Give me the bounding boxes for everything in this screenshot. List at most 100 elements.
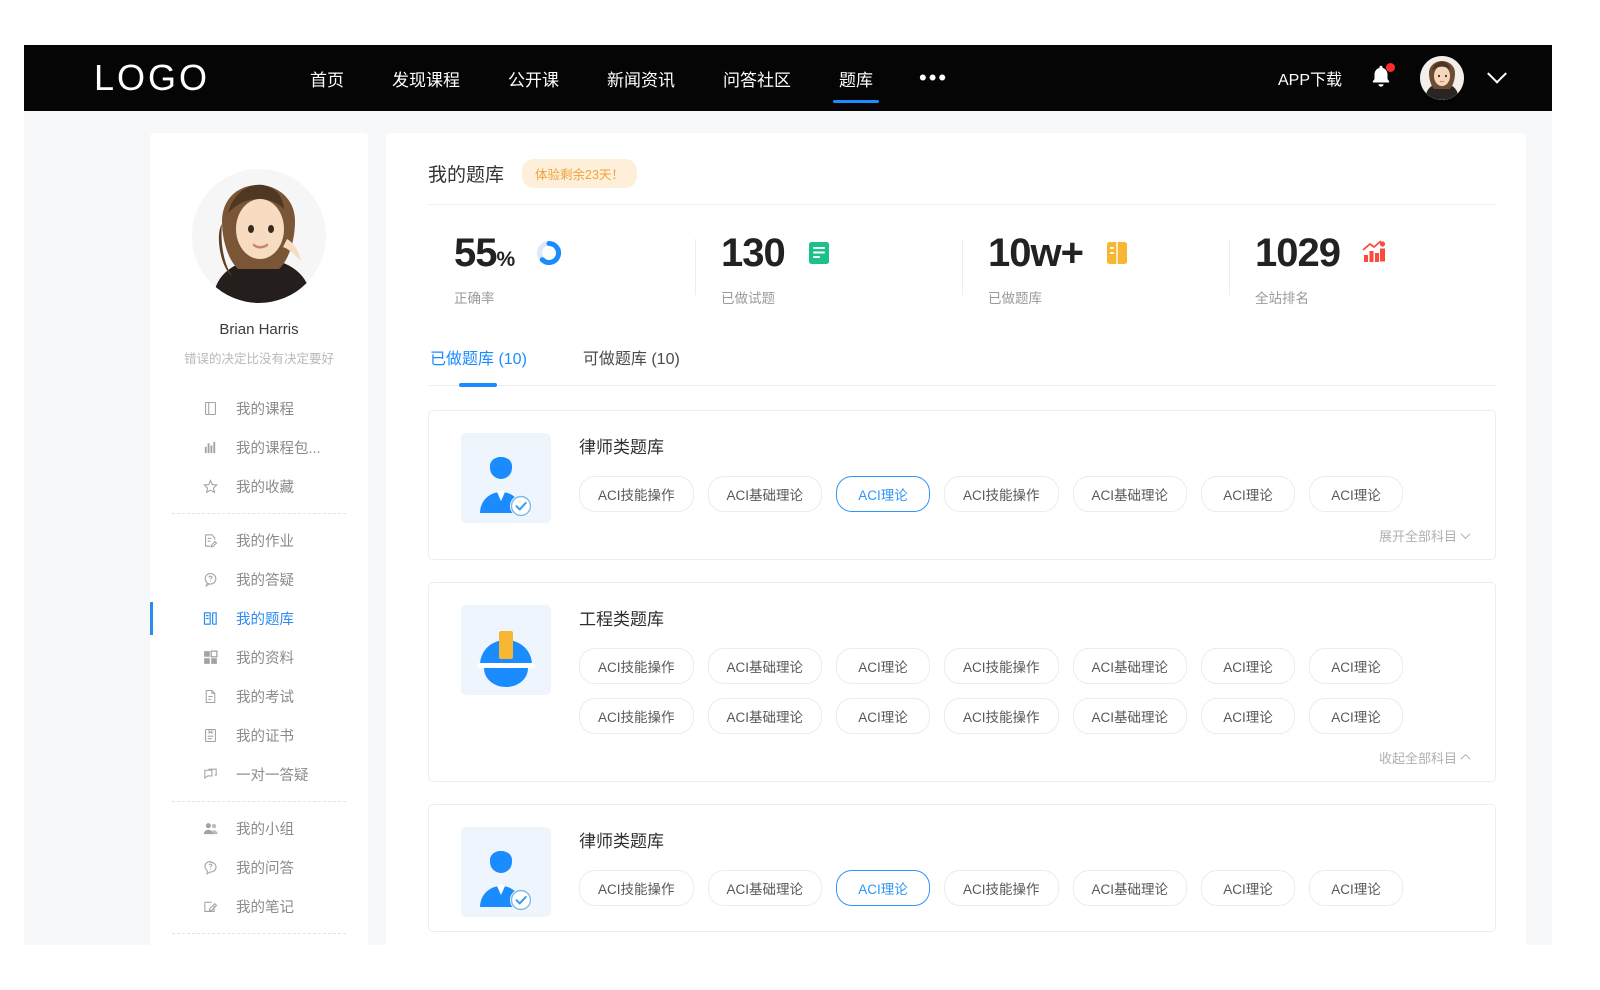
subject-chip[interactable]: ACI技能操作 [579, 476, 694, 512]
avatar-image [1420, 56, 1464, 100]
subject-chip[interactable]: ACI理论 [1201, 870, 1295, 906]
sidebar-item-12[interactable]: 我的笔记 [150, 887, 368, 926]
rank-chart-icon [1362, 240, 1388, 264]
app-download-link[interactable]: APP下载 [1278, 66, 1342, 90]
stat-value: 10w+ [988, 233, 1083, 273]
trial-status-badge: 体验剩余23天！ [522, 159, 637, 188]
tab-1[interactable]: 可做题库 (10) [581, 337, 682, 385]
nav-item-3[interactable]: 新闻资讯 [583, 45, 699, 111]
subject-chip[interactable]: ACI理论 [1309, 648, 1403, 684]
nav-item-1[interactable]: 发现课程 [368, 45, 484, 111]
sidebar-item-8[interactable]: 我的证书 [150, 716, 368, 755]
subject-chip[interactable]: ACI理论 [1309, 476, 1403, 512]
content-tabs: 已做题库 (10) 可做题库 (10) [428, 337, 1496, 386]
subject-chip[interactable]: ACI技能操作 [944, 648, 1059, 684]
notification-bell-button[interactable] [1368, 63, 1394, 93]
exam-icon [202, 688, 219, 705]
sidebar-item-label: 我的小组 [236, 818, 294, 839]
sidebar-item-7[interactable]: 我的考试 [150, 677, 368, 716]
sidebar-item-9[interactable]: 一对一答疑 [150, 755, 368, 794]
stat-number: 130 [721, 231, 785, 275]
stat-card-0: 55%正确率 [428, 233, 695, 307]
subject-chip[interactable]: ACI理论 [836, 476, 930, 512]
nav-item-5[interactable]: 题库 [815, 45, 897, 111]
sidebar-item-5[interactable]: 我的题库 [150, 599, 368, 638]
sidebar-item-label: 我的笔记 [236, 896, 294, 917]
sidebar-avatar [192, 169, 326, 303]
nav-item-label: 题库 [839, 66, 873, 91]
qa-icon [202, 859, 219, 876]
nav-item-2[interactable]: 公开课 [484, 45, 583, 111]
expand-subjects-link[interactable]: 展开全部科目 [1379, 526, 1469, 545]
nav-item-0[interactable]: 首页 [286, 45, 368, 111]
subject-chip[interactable]: ACI理论 [1309, 698, 1403, 734]
user-avatar[interactable] [1420, 56, 1464, 100]
subject-chip[interactable]: ACI基础理论 [1073, 476, 1188, 512]
files-icon [202, 649, 219, 666]
sidebar-menu: 我的课程我的课程包...我的收藏我的作业我的答疑我的题库我的资料我的考试我的证书… [150, 389, 368, 945]
subject-chip[interactable]: ACI技能操作 [944, 870, 1059, 906]
subject-chip[interactable]: ACI理论 [1309, 870, 1403, 906]
subject-chip[interactable]: ACI基础理论 [708, 476, 823, 512]
bank-card: 律师类题库ACI技能操作ACI基础理论ACI理论ACI技能操作ACI基础理论AC… [428, 410, 1496, 560]
bank-card-list: 律师类题库 ACI技能操作 ACI基础理论 ACI理论 ACI技能操作 ACI基础理论 AC… [428, 410, 1496, 932]
bank-card-title: 律师类题库 [579, 827, 1469, 852]
sidebar-item-2[interactable]: 我的收藏 [150, 467, 368, 506]
note-icon [202, 898, 219, 915]
subject-chip[interactable]: ACI基础理论 [708, 698, 823, 734]
bank-card: 律师类题库 ACI技能操作 ACI基础理论 ACI理论 ACI技能操作 ACI基础理论 AC… [428, 804, 1496, 932]
notification-badge-dot [1386, 63, 1395, 72]
nav-more-icon[interactable]: ••• [897, 45, 970, 111]
sidebar-item-label: 我的考试 [236, 686, 294, 707]
sidebar-item-1[interactable]: 我的课程包... [150, 428, 368, 467]
tab-label: 可做题库 (10) [583, 351, 680, 368]
sidebar-item-10[interactable]: 我的小组 [150, 809, 368, 848]
nav-item-label: 首页 [310, 66, 344, 91]
subject-chip[interactable]: ACI理论 [836, 870, 930, 906]
helmet-icon [470, 623, 542, 695]
subject-chip[interactable]: ACI基础理论 [708, 870, 823, 906]
main-panel: 我的题库 体验剩余23天！ 55%正确率130已做试题10w+已做题库1029全… [386, 133, 1526, 945]
sidebar-item-0[interactable]: 我的课程 [150, 389, 368, 428]
top-navigation-bar: LOGO 首页 发现课程公开课新闻资讯问答社区题库 ••• APP下载 [24, 45, 1552, 111]
subject-chip[interactable]: ACI技能操作 [579, 698, 694, 734]
subject-chip[interactable]: ACI基础理论 [1073, 698, 1188, 734]
subject-chip[interactable]: ACI基础理论 [1073, 648, 1188, 684]
bank-card-body: 工程类题库 ACI技能操作 ACI基础理论 ACI理论 ACI技能操作 ACI基础理论 AC… [579, 605, 1469, 767]
tab-0[interactable]: 已做题库 (10) [428, 337, 529, 385]
subject-chip[interactable]: ACI理论 [1201, 476, 1295, 512]
chevron-down-icon [1461, 529, 1471, 539]
subject-chip[interactable]: ACI理论 [1201, 698, 1295, 734]
subject-chip[interactable]: ACI基础理论 [708, 648, 823, 684]
tab-label: 已做题库 (10) [430, 351, 527, 368]
nav-item-label: 发现课程 [392, 66, 460, 91]
sidebar-item-6[interactable]: 我的资料 [150, 638, 368, 677]
sidebar-item-3[interactable]: 我的作业 [150, 521, 368, 560]
stat-label: 已做题库 [988, 287, 1229, 307]
subject-chip[interactable]: ACI理论 [1201, 648, 1295, 684]
stat-value-row: 1029 [1255, 233, 1496, 273]
chevron-down-icon[interactable] [1487, 64, 1507, 84]
subject-chip[interactable]: ACI理论 [836, 698, 930, 734]
sidebar-item-4[interactable]: 我的答疑 [150, 560, 368, 599]
collapse-subjects-link[interactable]: 收起全部科目 [1379, 748, 1469, 767]
bank-card-title: 工程类题库 [579, 605, 1469, 630]
question-bank-icon [202, 610, 219, 627]
site-logo[interactable]: LOGO [94, 60, 210, 96]
nav-item-4[interactable]: 问答社区 [699, 45, 815, 111]
bar-chart-icon [202, 439, 219, 456]
chevron-up-icon [1461, 754, 1471, 764]
subject-chip[interactable]: ACI基础理论 [1073, 870, 1188, 906]
sidebar-item-11[interactable]: 我的问答 [150, 848, 368, 887]
sidebar-item-13[interactable]: 我的积分 [150, 941, 368, 945]
page-title: 我的题库 [428, 160, 504, 187]
subject-chip[interactable]: ACI技能操作 [579, 870, 694, 906]
subject-chip[interactable]: ACI技能操作 [944, 698, 1059, 734]
subject-chip[interactable]: ACI理论 [836, 648, 930, 684]
subject-chip[interactable]: ACI技能操作 [944, 476, 1059, 512]
stat-number: 10w+ [988, 231, 1083, 275]
green-book-icon [807, 240, 833, 266]
subject-chip[interactable]: ACI技能操作 [579, 648, 694, 684]
stat-value: 1029 [1255, 233, 1340, 273]
stat-value: 130 [721, 233, 785, 273]
